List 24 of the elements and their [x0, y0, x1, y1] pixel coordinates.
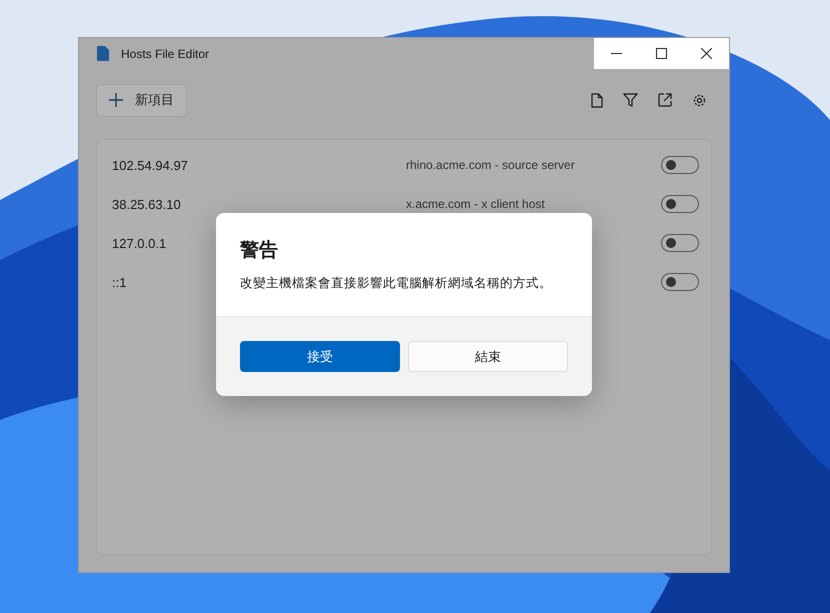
host-description: rhino.acme.com - source server — [406, 158, 576, 172]
ip-address: 38.25.63.10 — [112, 197, 181, 212]
dismiss-button[interactable]: 結束 — [408, 341, 568, 372]
filter-icon[interactable] — [623, 93, 638, 107]
toggle-switch[interactable] — [661, 156, 699, 174]
dialog-message: 改變主機檔案會直接影響此電腦解析網域名稱的方式。 — [240, 275, 553, 292]
toggle-switch[interactable] — [661, 272, 699, 290]
new-entry-button[interactable]: 新項目 — [96, 84, 187, 116]
dialog-title: 警告 — [240, 238, 279, 263]
close-icon — [701, 48, 712, 59]
window-title: Hosts File Editor — [121, 46, 210, 60]
settings-icon[interactable] — [692, 92, 707, 108]
toggle-switch[interactable] — [661, 234, 699, 252]
toggle-switch[interactable] — [661, 194, 699, 212]
maximize-icon — [656, 48, 667, 59]
open-external-icon[interactable] — [658, 93, 672, 107]
ip-address: ::1 — [112, 275, 126, 290]
document-icon[interactable] — [591, 92, 603, 108]
ip-address: 127.0.0.1 — [112, 236, 166, 251]
host-description: x.acme.com - x client host — [406, 196, 546, 210]
ip-address: 102.54.94.97 — [112, 158, 188, 173]
plus-icon — [109, 93, 123, 107]
document-icon — [97, 46, 109, 61]
accept-button[interactable]: 接受 — [240, 341, 400, 372]
